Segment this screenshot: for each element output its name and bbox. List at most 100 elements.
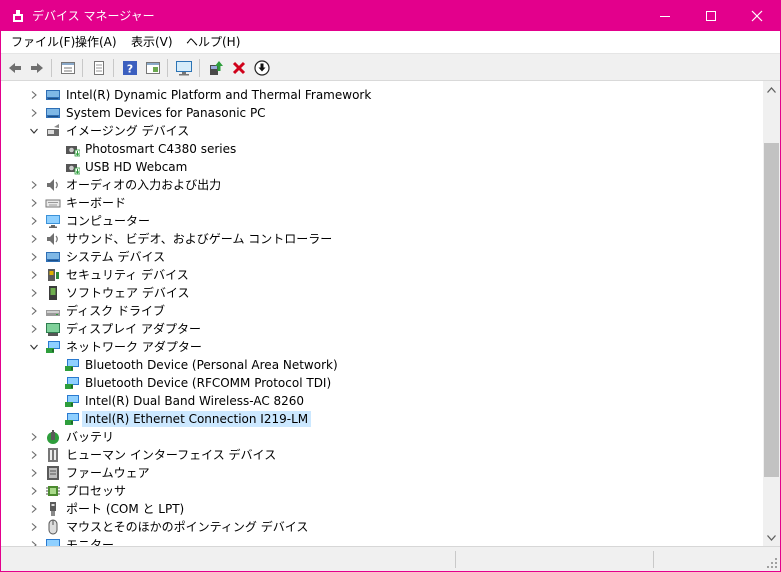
- tree-category[interactable]: ヒューマン インターフェイス デバイス: [1, 446, 763, 464]
- chevron-right-icon[interactable]: [29, 450, 39, 460]
- tree-category[interactable]: ディスク ドライブ: [1, 302, 763, 320]
- help-button[interactable]: ?: [120, 58, 140, 78]
- tree-category[interactable]: セキュリティ デバイス: [1, 266, 763, 284]
- scrollbar-thumb[interactable]: [764, 143, 779, 477]
- tree-item-label[interactable]: ディスク ドライブ: [66, 303, 165, 319]
- chevron-right-icon[interactable]: [29, 504, 39, 514]
- tree-item-label[interactable]: コンピューター: [66, 213, 150, 229]
- chevron-right-icon[interactable]: [29, 324, 39, 334]
- tree-category[interactable]: ディスプレイ アダプター: [1, 320, 763, 338]
- tree-category[interactable]: System Devices for Panasonic PC: [1, 104, 763, 122]
- tree-device-item[interactable]: Intel(R) Dual Band Wireless-AC 8260: [1, 392, 763, 410]
- install-button[interactable]: [252, 58, 272, 78]
- scroll-down-button[interactable]: [763, 529, 780, 546]
- tree-item-label[interactable]: Bluetooth Device (RFCOMM Protocol TDI): [85, 375, 331, 391]
- tree-device-item[interactable]: Photosmart C4380 series: [1, 140, 763, 158]
- size-grip-icon[interactable]: [766, 557, 778, 569]
- tree-item-label[interactable]: Bluetooth Device (Personal Area Network): [85, 357, 338, 373]
- chevron-right-icon[interactable]: [29, 90, 39, 100]
- tree-category[interactable]: コンピューター: [1, 212, 763, 230]
- tree-item-label[interactable]: ネットワーク アダプター: [66, 339, 202, 355]
- tree-category[interactable]: ポート (COM と LPT): [1, 500, 763, 518]
- title-bar[interactable]: デバイス マネージャー: [1, 1, 780, 31]
- toolbar-separator: [199, 59, 200, 77]
- tree-item-label[interactable]: Intel(R) Dynamic Platform and Thermal Fr…: [66, 87, 371, 103]
- tree-item-label[interactable]: ディスプレイ アダプター: [66, 321, 201, 337]
- tree-category[interactable]: Intel(R) Dynamic Platform and Thermal Fr…: [1, 86, 763, 104]
- tree-item-label[interactable]: Intel(R) Ethernet Connection I219-LM: [82, 411, 312, 427]
- tree-device-item[interactable]: Bluetooth Device (Personal Area Network): [1, 356, 763, 374]
- menu-action[interactable]: 操作(A): [75, 34, 117, 50]
- chevron-right-icon[interactable]: [29, 288, 39, 298]
- tree-item-label[interactable]: マウスとそのほかのポインティング デバイス: [66, 519, 308, 535]
- back-button[interactable]: [5, 58, 25, 78]
- details-button[interactable]: [89, 58, 109, 78]
- minimize-button[interactable]: [642, 1, 688, 31]
- tree-item-label[interactable]: バッテリ: [66, 429, 114, 445]
- software-device-icon: [49, 286, 57, 300]
- device-tree[interactable]: Intel(R) Dynamic Platform and Thermal Fr…: [1, 83, 763, 546]
- tree-item-label[interactable]: USB HD Webcam: [85, 159, 187, 175]
- tree-item-label[interactable]: セキュリティ デバイス: [66, 267, 189, 283]
- forward-button[interactable]: [27, 58, 47, 78]
- tree-category[interactable]: ソフトウェア デバイス: [1, 284, 763, 302]
- display-adapter-icon: [46, 323, 60, 336]
- tree-category[interactable]: キーボード: [1, 194, 763, 212]
- chevron-right-icon[interactable]: [29, 432, 39, 442]
- tree-item-label[interactable]: サウンド、ビデオ、およびゲーム コントローラー: [66, 231, 332, 247]
- tree-category[interactable]: バッテリ: [1, 428, 763, 446]
- tree-item-label[interactable]: System Devices for Panasonic PC: [66, 105, 266, 121]
- tree-item-label[interactable]: ポート (COM と LPT): [66, 501, 184, 517]
- tree-item-label[interactable]: Intel(R) Dual Band Wireless-AC 8260: [85, 393, 304, 409]
- tree-item-label[interactable]: システム デバイス: [66, 249, 165, 265]
- tree-item-label[interactable]: ヒューマン インターフェイス デバイス: [66, 447, 276, 463]
- chevron-right-icon[interactable]: [29, 468, 39, 478]
- tree-category[interactable]: イメージング デバイス: [1, 122, 763, 140]
- properties-button[interactable]: [58, 58, 78, 78]
- tree-category[interactable]: サウンド、ビデオ、およびゲーム コントローラー: [1, 230, 763, 248]
- menu-view[interactable]: 表示(V): [131, 34, 173, 50]
- tree-device-item[interactable]: USB HD Webcam: [1, 158, 763, 176]
- action-button[interactable]: [143, 58, 163, 78]
- chevron-right-icon[interactable]: [29, 486, 39, 496]
- close-button[interactable]: [734, 1, 780, 31]
- close-icon: [751, 10, 763, 22]
- tree-item-label[interactable]: プロセッサ: [66, 483, 126, 499]
- vertical-scrollbar[interactable]: [763, 81, 780, 546]
- chevron-down-icon[interactable]: [29, 342, 39, 352]
- tree-category[interactable]: モニター: [1, 536, 763, 546]
- tree-item-label[interactable]: オーディオの入力および出力: [66, 177, 221, 193]
- tree-category[interactable]: オーディオの入力および出力: [1, 176, 763, 194]
- tree-item-label[interactable]: イメージング デバイス: [66, 123, 189, 139]
- uninstall-button[interactable]: [229, 58, 249, 78]
- tree-item-label[interactable]: キーボード: [66, 195, 126, 211]
- tree-category[interactable]: ファームウェア: [1, 464, 763, 482]
- scroll-up-button[interactable]: [763, 81, 780, 98]
- tree-item-label[interactable]: ソフトウェア デバイス: [66, 285, 189, 301]
- tree-item-label[interactable]: ファームウェア: [66, 465, 150, 481]
- tree-device-item[interactable]: Bluetooth Device (RFCOMM Protocol TDI): [1, 374, 763, 392]
- chevron-right-icon[interactable]: [29, 216, 39, 226]
- menu-help[interactable]: ヘルプ(H): [186, 34, 240, 50]
- chevron-right-icon[interactable]: [29, 252, 39, 262]
- audio-icon: [47, 233, 58, 245]
- maximize-button[interactable]: [688, 1, 734, 31]
- chevron-right-icon[interactable]: [29, 234, 39, 244]
- tree-category[interactable]: ネットワーク アダプター: [1, 338, 763, 356]
- chevron-right-icon[interactable]: [29, 306, 39, 316]
- chevron-right-icon[interactable]: [29, 522, 39, 532]
- chevron-right-icon[interactable]: [29, 180, 39, 190]
- tree-category[interactable]: システム デバイス: [1, 248, 763, 266]
- chevron-right-icon[interactable]: [29, 108, 39, 118]
- chevron-right-icon[interactable]: [29, 270, 39, 280]
- tree-item-label[interactable]: モニター: [66, 537, 114, 546]
- scan-hardware-button[interactable]: [174, 58, 194, 78]
- update-driver-button[interactable]: [206, 58, 226, 78]
- menu-file[interactable]: ファイル(F): [11, 34, 75, 50]
- tree-device-item[interactable]: Intel(R) Ethernet Connection I219-LM: [1, 410, 763, 428]
- chevron-down-icon[interactable]: [29, 126, 39, 136]
- tree-item-label[interactable]: Photosmart C4380 series: [85, 141, 236, 157]
- tree-category[interactable]: マウスとそのほかのポインティング デバイス: [1, 518, 763, 536]
- tree-category[interactable]: プロセッサ: [1, 482, 763, 500]
- chevron-right-icon[interactable]: [29, 198, 39, 208]
